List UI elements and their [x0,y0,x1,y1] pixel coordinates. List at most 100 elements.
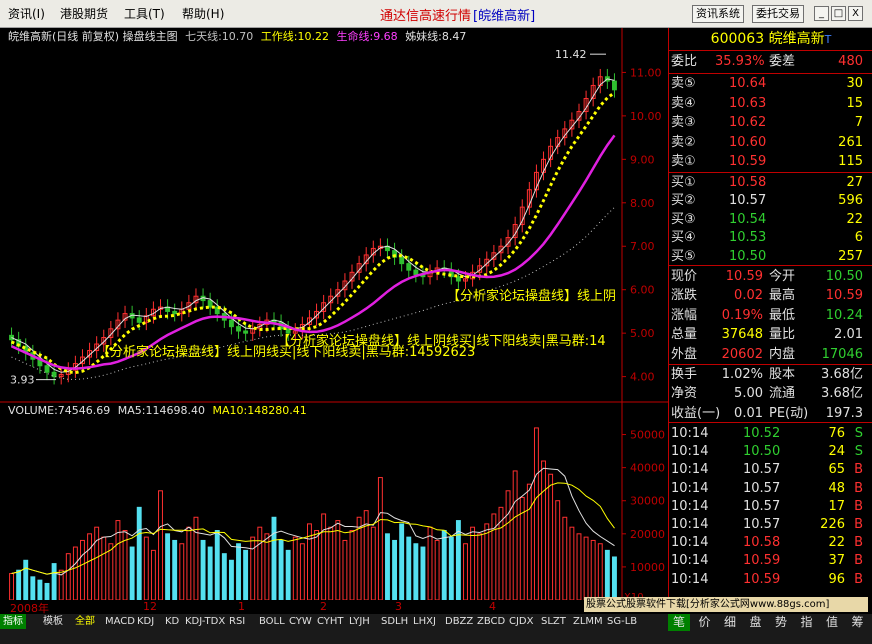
promo-banner[interactable]: 股票公式股票软件下载[分析家公式网www.88gs.com] [584,597,868,612]
menu-info[interactable]: 资讯(I) [8,5,45,22]
volume-bar [505,490,511,601]
y-tick-label: 4.00 [630,371,655,384]
indicator-tab[interactable]: 模板 [40,614,66,629]
indicator-tab[interactable]: LYJH [346,614,373,629]
indicator-tab[interactable]: KDJ-TDX [182,614,228,629]
volume-bar [51,563,57,601]
indicator-tab[interactable]: KD [162,614,182,629]
sell-row: 卖③ 10.62 7 [669,113,872,133]
candle-body [612,80,617,91]
volume-bar [214,530,220,601]
buy-row: 买③ 10.54 22 [669,210,872,230]
indicator-tab[interactable]: 指标 [0,614,26,629]
buy-label: 买④ [671,230,696,246]
volume-bar [236,543,241,601]
candle-body [406,263,412,271]
detail-tab[interactable]: 价 [694,614,716,631]
indicator-tab[interactable]: SLZT [538,614,569,629]
ma5-value: MA5:114698.40 [117,404,205,417]
indicator-tabbar: 指标 模板 全部 MACD KDJ KD KDJ-TDX RSI BOLL CYW CYHT LYJH… [0,614,872,644]
indicator-tab[interactable]: MACD [102,614,138,629]
volume-bar [448,536,454,601]
volume-bar [441,530,447,601]
tick-row: 10:14 10.59 96 B [669,570,872,590]
sell-vol: 261 [838,134,863,150]
indicator-tab[interactable]: SG-LB [604,614,640,629]
stat-label: 换手 [671,367,698,382]
sell-row: 卖① 10.59 115 [669,152,872,172]
tick-side: B [854,535,863,551]
menu-hk-futures[interactable]: 港股期货 [60,5,108,22]
stat-value: 10.24 [825,307,863,323]
stat-row: 涨跌 0.02 最高 10.59 [669,286,872,306]
volume-bar [37,579,43,601]
volume-bar [342,539,348,601]
indicator-tab[interactable]: ZBCD [474,614,508,629]
news-system-button[interactable]: 资讯系统 [692,5,744,23]
volume-bar [463,543,468,601]
buy-price: 10.54 [729,211,767,227]
menu-help[interactable]: 帮助(H) [182,5,224,22]
maximize-button[interactable]: □ [831,6,846,21]
indicator-tab[interactable]: KDJ [134,614,157,629]
detail-tab[interactable]: 指 [796,614,818,631]
stat-value: 10.59 [725,269,763,284]
volume-bar [434,539,440,601]
tick-row: 10:14 10.57 17 B [669,497,872,517]
volume-bar [335,520,341,601]
volume-bar [370,526,376,601]
annotation-3: 【分析家论坛操盘线】线上阴 [447,289,617,304]
tick-time: 10:14 [671,498,709,514]
indicator-tab[interactable]: DBZZ [442,614,476,629]
y-tick-label: 11.00 [630,66,662,79]
detail-tab[interactable]: 盘 [745,614,767,631]
indicator-tab[interactable]: 全部 [72,614,98,629]
trade-button[interactable]: 委托交易 [752,5,804,23]
vol-tick-label: 10000 [630,561,665,574]
minimize-button[interactable]: _ [814,6,829,21]
weicha-value: 480 [838,54,863,69]
tick-price: 10.58 [743,535,781,551]
stat-value: 5.00 [734,386,763,402]
volume-bar [72,546,78,601]
date-label: 1 [238,600,245,613]
volume-value: VOLUME:74546.69 [8,404,111,417]
detail-tab[interactable]: 值 [821,614,843,631]
indicator-tab[interactable]: SDLH [378,614,411,629]
sell-row: 卖⑤ 10.64 30 [669,74,872,94]
stat-label: 涨跌 [671,288,698,304]
indicator-tab[interactable]: CYW [286,614,315,629]
indicator-tab[interactable]: CJDX [506,614,536,629]
stat-value: 1.02% [721,367,763,382]
volume-bar [285,549,291,601]
stat-label: 收益(一) [671,405,721,421]
menu-tools[interactable]: 工具(T) [124,5,165,22]
detail-tab[interactable]: 细 [719,614,741,631]
volume-bar [377,477,383,601]
tick-time: 10:14 [671,553,709,569]
stock-header: 600063 皖维高新T [669,28,872,50]
detail-tab[interactable]: 筹 [847,614,869,631]
volume-bar [562,516,568,601]
detail-tab[interactable]: 势 [770,614,792,631]
buy-label: 买③ [671,211,696,227]
indicator-tab[interactable]: LHXJ [410,614,439,629]
app-title: 通达信高速行情 [380,9,472,24]
window-title: 通达信高速行情 [皖维高新] [380,5,535,24]
stat-label: 现价 [671,269,698,284]
indicator-tab[interactable]: CYHT [314,614,347,629]
tick-vol: 76 [828,426,845,441]
indicator-tab[interactable]: BOLL [256,614,288,629]
tick-row: 10:14 10.57 65 B [669,460,872,480]
volume-bar [349,530,355,601]
volume-bar [179,543,185,601]
chart-panel[interactable]: 11.00 10.00 9.00 8.00 7.00 6.00 5.00 4.00 50000 4… [0,28,668,605]
close-button[interactable]: X [848,6,863,21]
volume-bar [299,543,305,601]
kline-chart[interactable]: 11.00 10.00 9.00 8.00 7.00 6.00 5.00 4.00 50000 4… [0,28,668,605]
detail-tab[interactable]: 笔 [668,614,690,631]
stat-value: 0.01 [734,405,763,421]
weicha-label: 委差 [769,54,796,69]
indicator-tab[interactable]: ZLMM [570,614,606,629]
indicator-tab[interactable]: RSI [226,614,248,629]
